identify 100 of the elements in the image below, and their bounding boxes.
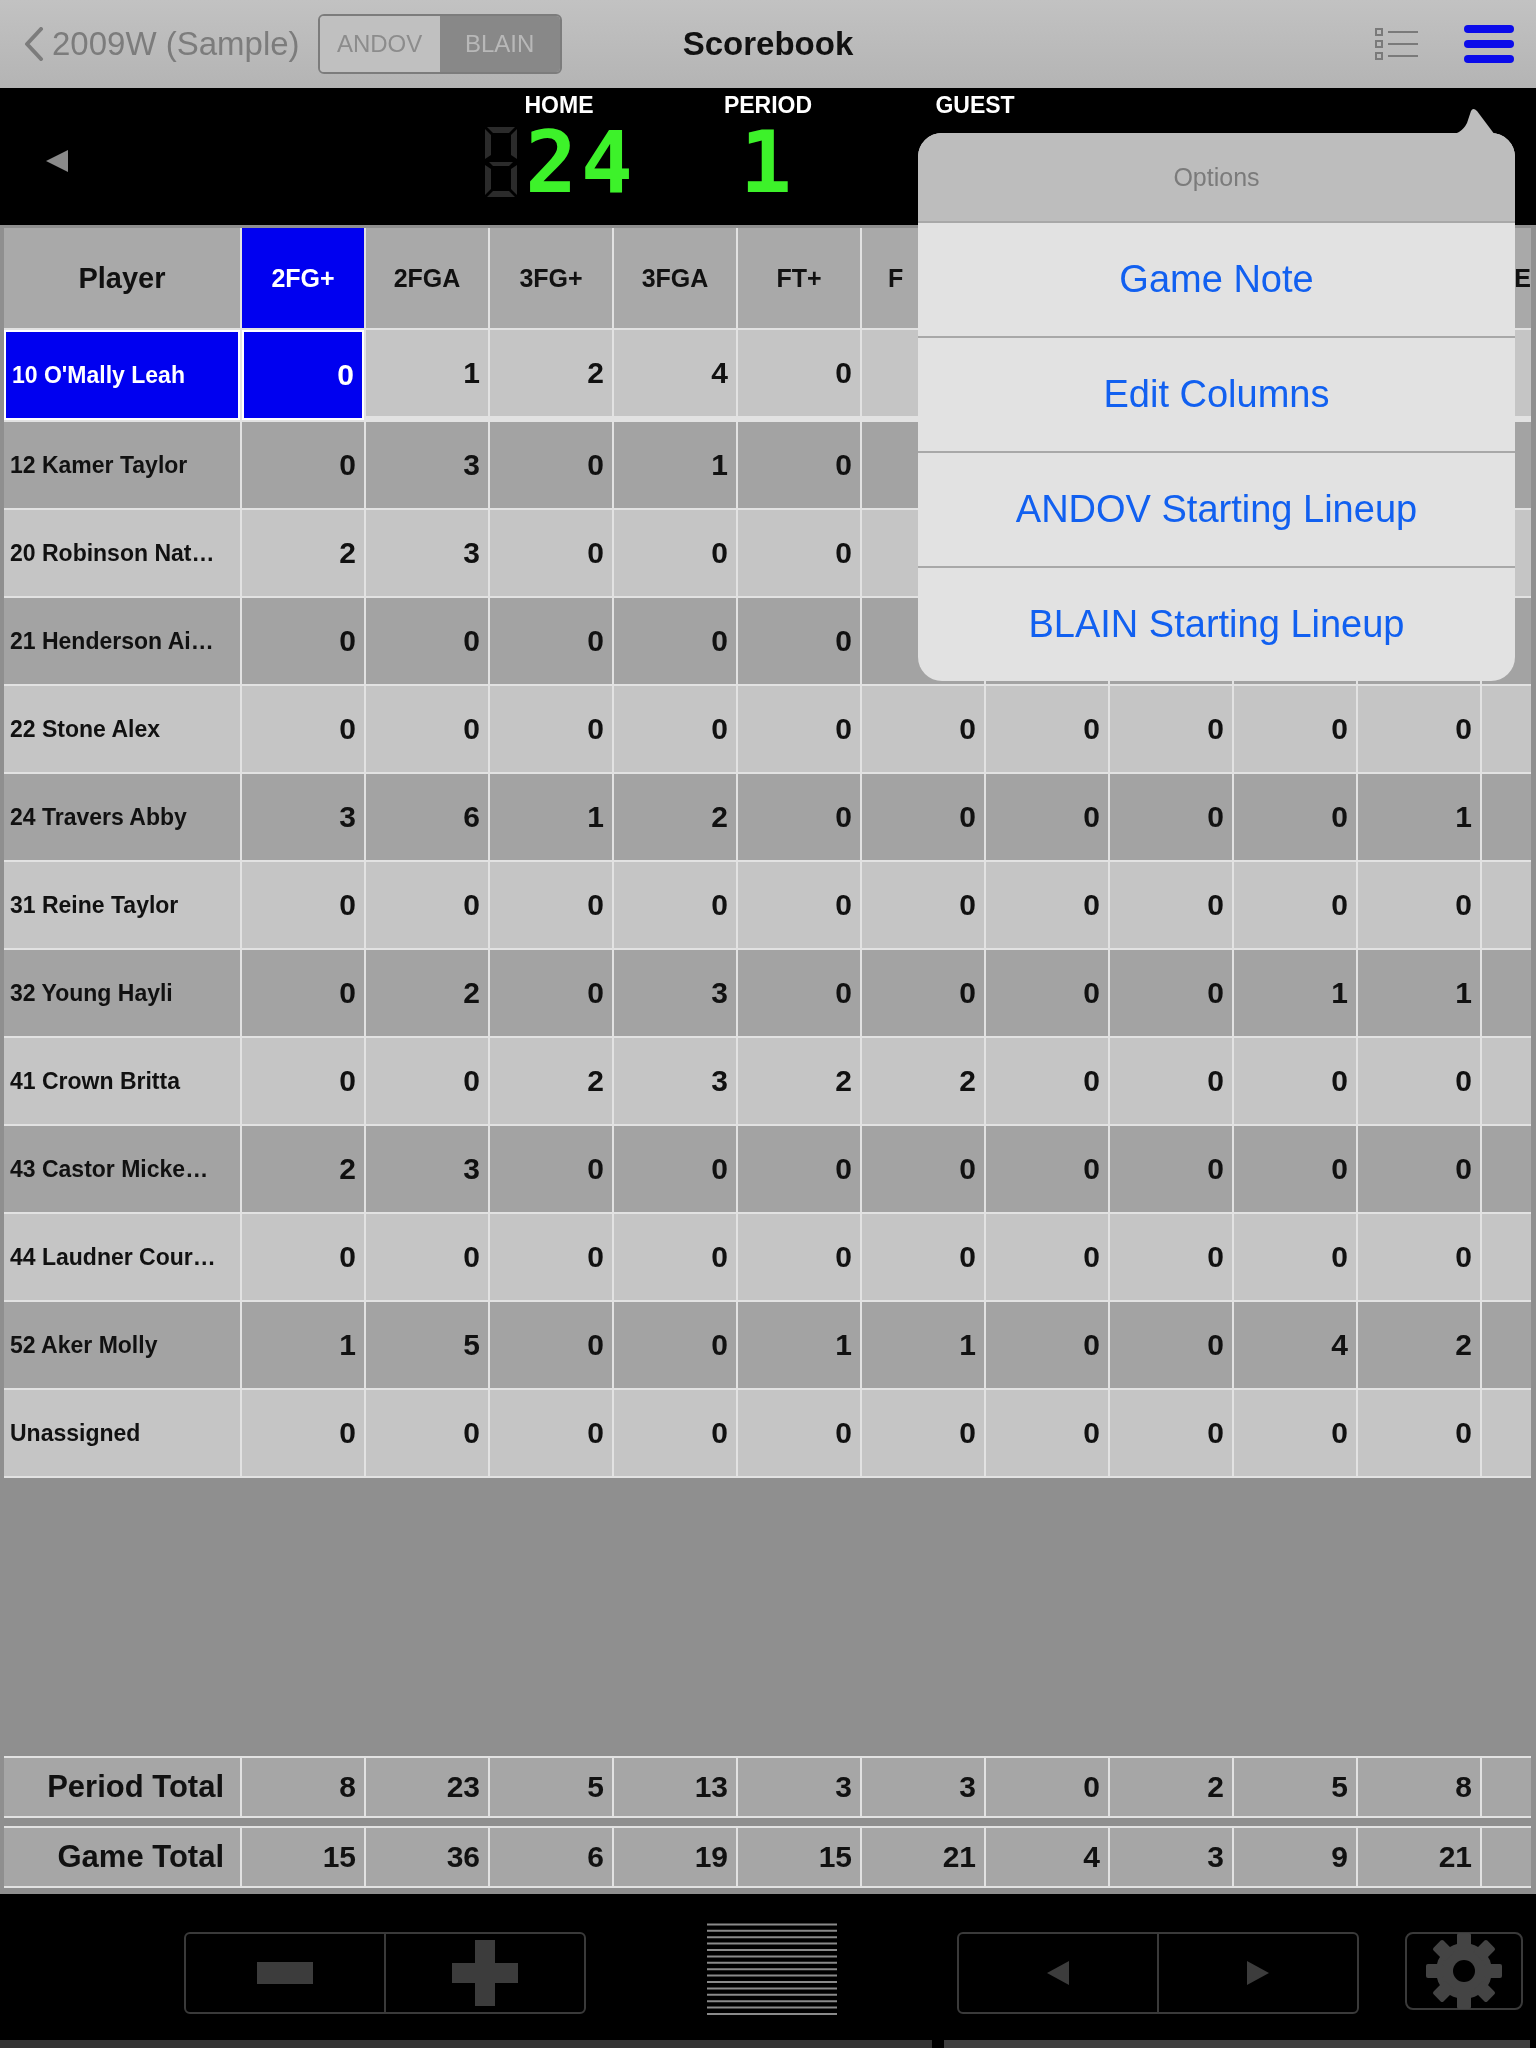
stat-cell[interactable]: 0 xyxy=(366,1038,488,1124)
stat-cell[interactable]: 0 xyxy=(738,686,860,772)
stat-cell[interactable]: 0 xyxy=(738,598,860,684)
player-name-cell[interactable]: 43 Castor Micke… xyxy=(4,1126,240,1212)
stat-cell[interactable]: 0 xyxy=(490,598,612,684)
stat-cell[interactable]: 0 xyxy=(1234,774,1356,860)
player-name-cell[interactable]: 52 Aker Molly xyxy=(4,1302,240,1388)
stat-cell[interactable]: 2 xyxy=(862,1038,984,1124)
player-name-cell[interactable]: 24 Travers Abby xyxy=(4,774,240,860)
player-name-cell[interactable]: 12 Kamer Taylor xyxy=(4,422,240,508)
player-name-cell[interactable]: 44 Laudner Cour… xyxy=(4,1214,240,1300)
stat-cell[interactable]: 0 xyxy=(1234,1038,1356,1124)
menu-icon[interactable] xyxy=(1464,25,1514,63)
stat-cell[interactable]: 0 xyxy=(242,686,364,772)
stat-cell[interactable]: 4 xyxy=(1234,1302,1356,1388)
stat-cell[interactable]: 3 xyxy=(242,774,364,860)
stat-cell[interactable]: 0 xyxy=(862,950,984,1036)
stat-cell[interactable]: 2 xyxy=(1358,1302,1480,1388)
stat-cell[interactable]: 3 xyxy=(614,1038,736,1124)
stat-cell[interactable]: 0 xyxy=(1110,862,1232,948)
lines-icon[interactable] xyxy=(707,1920,837,2018)
stat-cell[interactable]: 3 xyxy=(614,950,736,1036)
stat-cell[interactable]: 0 xyxy=(738,510,860,596)
player-name-cell[interactable]: 20 Robinson Nat… xyxy=(4,510,240,596)
stat-cell[interactable]: 0 xyxy=(366,598,488,684)
stat-cell[interactable]: 0 xyxy=(242,1390,364,1476)
menu-item[interactable]: Edit Columns xyxy=(918,336,1515,451)
stat-cell[interactable]: 0 xyxy=(862,1390,984,1476)
stat-cell[interactable]: 2 xyxy=(366,950,488,1036)
stat-cell[interactable]: 0 xyxy=(614,598,736,684)
stat-cell[interactable]: 0 xyxy=(614,862,736,948)
stat-cell[interactable]: 0 xyxy=(986,950,1108,1036)
player-name-cell[interactable]: 31 Reine Taylor xyxy=(4,862,240,948)
stat-cell[interactable]: 0 xyxy=(986,1126,1108,1212)
stat-cell[interactable]: 0 xyxy=(862,862,984,948)
stat-cell[interactable]: 2 xyxy=(614,774,736,860)
stat-cell[interactable]: 1 xyxy=(490,774,612,860)
stat-cell[interactable]: 0 xyxy=(862,1126,984,1212)
column-header[interactable]: 3FG+ xyxy=(490,228,612,328)
stat-cell[interactable]: 1 xyxy=(366,330,488,416)
stat-cell[interactable]: 0 xyxy=(490,422,612,508)
stat-cell[interactable]: 0 xyxy=(862,1214,984,1300)
list-icon[interactable] xyxy=(1374,27,1420,61)
stat-cell[interactable]: 3 xyxy=(366,422,488,508)
stat-cell[interactable]: 0 xyxy=(1110,1390,1232,1476)
stat-cell[interactable]: 0 xyxy=(242,1214,364,1300)
stat-cell[interactable]: 0 xyxy=(1358,1038,1480,1124)
stat-cell[interactable]: 0 xyxy=(242,862,364,948)
stat-cell[interactable]: 2 xyxy=(738,1038,860,1124)
stat-cell[interactable]: 0 xyxy=(986,686,1108,772)
stat-cell[interactable]: 0 xyxy=(490,1390,612,1476)
stat-cell[interactable]: 5 xyxy=(366,1302,488,1388)
stat-cell[interactable]: 2 xyxy=(242,510,364,596)
left-arrow-icon[interactable] xyxy=(44,148,70,174)
menu-item[interactable]: Game Note xyxy=(918,221,1515,336)
stat-cell[interactable]: 0 xyxy=(614,1302,736,1388)
stat-cell[interactable]: 0 xyxy=(366,862,488,948)
player-name-cell[interactable]: 41 Crown Britta xyxy=(4,1038,240,1124)
stat-cell[interactable]: 0 xyxy=(614,510,736,596)
stat-cell[interactable]: 0 xyxy=(738,774,860,860)
stat-cell[interactable]: 0 xyxy=(366,1390,488,1476)
stat-cell[interactable]: 0 xyxy=(366,1214,488,1300)
stat-cell[interactable]: 0 xyxy=(738,1214,860,1300)
stat-cell[interactable]: 1 xyxy=(614,422,736,508)
stat-cell[interactable]: 0 xyxy=(1110,1214,1232,1300)
stat-cell[interactable]: 0 xyxy=(242,330,364,420)
stat-cell[interactable]: 0 xyxy=(738,1126,860,1212)
stat-cell[interactable]: 0 xyxy=(242,422,364,508)
column-header[interactable]: 2FG+ xyxy=(242,228,364,328)
column-header[interactable]: 2FGA xyxy=(366,228,488,328)
column-header[interactable]: FT+ xyxy=(738,228,860,328)
stat-cell[interactable]: 2 xyxy=(242,1126,364,1212)
stat-cell[interactable]: 0 xyxy=(366,686,488,772)
stat-cell[interactable]: 0 xyxy=(614,1214,736,1300)
stat-cell[interactable]: 0 xyxy=(490,686,612,772)
stat-cell[interactable]: 2 xyxy=(490,1038,612,1124)
stat-cell[interactable]: 0 xyxy=(1358,1126,1480,1212)
stat-cell[interactable]: 0 xyxy=(1110,1038,1232,1124)
stat-cell[interactable]: 1 xyxy=(862,1302,984,1388)
stat-cell[interactable]: 0 xyxy=(242,950,364,1036)
stat-cell[interactable]: 0 xyxy=(490,1126,612,1212)
stat-cell[interactable]: 0 xyxy=(1358,862,1480,948)
stat-cell[interactable]: 0 xyxy=(614,1126,736,1212)
stat-cell[interactable]: 0 xyxy=(986,1390,1108,1476)
stat-cell[interactable]: 0 xyxy=(862,686,984,772)
stat-cell[interactable]: 4 xyxy=(614,330,736,416)
stat-cell[interactable]: 0 xyxy=(986,1214,1108,1300)
stat-cell[interactable]: 0 xyxy=(490,1214,612,1300)
stat-cell[interactable]: 0 xyxy=(490,510,612,596)
stat-cell[interactable]: 3 xyxy=(366,1126,488,1212)
stat-cell[interactable]: 0 xyxy=(1234,686,1356,772)
menu-item[interactable]: ANDOV Starting Lineup xyxy=(918,451,1515,566)
stat-cell[interactable]: 0 xyxy=(490,1302,612,1388)
stat-cell[interactable]: 0 xyxy=(862,774,984,860)
stat-cell[interactable]: 0 xyxy=(614,1390,736,1476)
stat-cell[interactable]: 0 xyxy=(986,1038,1108,1124)
stat-cell[interactable]: 0 xyxy=(986,862,1108,948)
stat-cell[interactable]: 0 xyxy=(1110,1126,1232,1212)
player-name-cell[interactable]: 10 O'Mally Leah xyxy=(4,330,240,420)
player-name-cell[interactable]: Unassigned xyxy=(4,1390,240,1476)
